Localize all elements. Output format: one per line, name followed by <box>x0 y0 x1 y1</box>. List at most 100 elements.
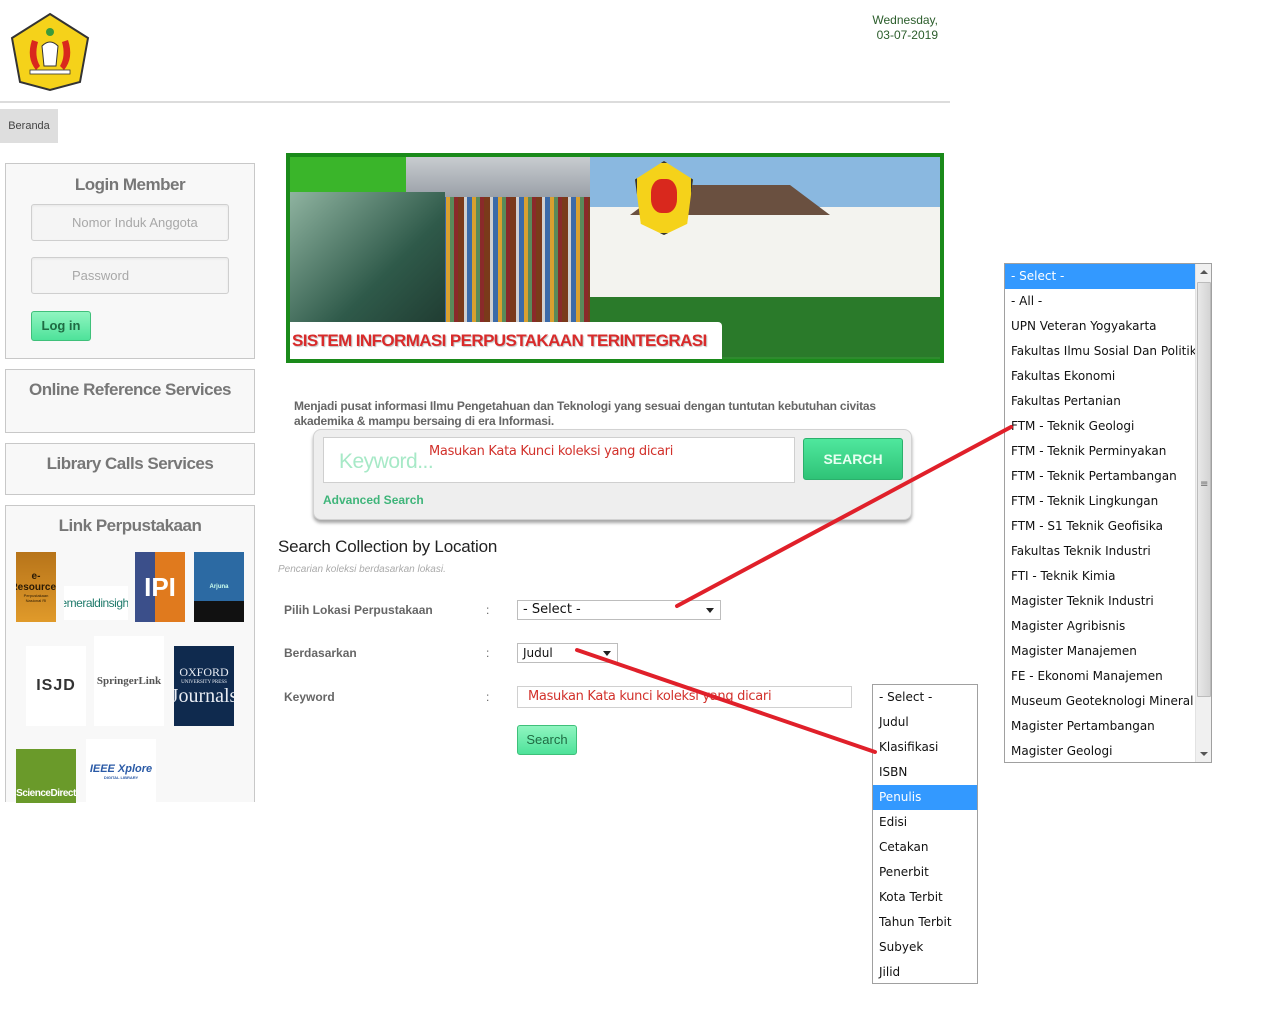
scroll-down-arrow-icon[interactable] <box>1196 746 1211 762</box>
e-resources-label: e-Resources <box>16 571 56 593</box>
advanced-search-link[interactable]: Advanced Search <box>323 493 424 507</box>
keyword-input[interactable]: Masukan Kata kunci koleksi yang dicari <box>517 686 852 708</box>
login-member-panel: Login Member Nomor Induk Anggota Passwor… <box>5 163 255 359</box>
location-option[interactable]: Fakultas Teknik Industri <box>1005 539 1197 564</box>
current-date: Wednesday, 03-07-2019 <box>840 13 938 43</box>
ipi-label: IPI <box>144 571 176 602</box>
search-by-option[interactable]: Judul <box>873 710 977 735</box>
location-option[interactable]: Magister Manajemen <box>1005 639 1197 664</box>
oxford-label: OXFORD <box>179 664 229 679</box>
location-option[interactable]: Fakultas Ekonomi <box>1005 364 1197 389</box>
location-option[interactable]: - Select - <box>1005 264 1197 289</box>
link-springerlink[interactable]: SpringerLink <box>94 636 164 726</box>
quick-search-placeholder: Keyword... <box>339 450 434 473</box>
location-option[interactable]: - All - <box>1005 289 1197 314</box>
library-banner: SISTEM INFORMASI PERPUSTAKAAN TERINTEGRA… <box>286 153 944 363</box>
nav-beranda[interactable]: Beranda <box>0 109 58 143</box>
location-option[interactable]: FE - Ekonomi Manajemen <box>1005 664 1197 689</box>
location-select[interactable]: - Select - <box>517 600 721 620</box>
search-by-option[interactable]: ISBN <box>873 760 977 785</box>
location-option[interactable]: FTM - S1 Teknik Geofisika <box>1005 514 1197 539</box>
library-calls-title[interactable]: Library Calls Services <box>6 454 254 474</box>
link-oxford-journals[interactable]: OXFORD UNIVERSITY PRESS Journals <box>174 646 234 726</box>
library-links-title: Link Perpustakaan <box>58 516 202 535</box>
chevron-down-icon <box>706 608 714 613</box>
collection-search-button[interactable]: Search <box>517 725 577 755</box>
password-input[interactable]: Password <box>31 257 229 294</box>
search-by-option[interactable]: Klasifikasi <box>873 735 977 760</box>
location-option[interactable]: Magister Agribisnis <box>1005 614 1197 639</box>
isjd-label: ISJD <box>36 677 76 694</box>
search-by-option[interactable]: Penerbit <box>873 860 977 885</box>
e-resources-sub: Perpustakaan Nasional RI <box>23 593 49 603</box>
collection-search-title: Search Collection by Location <box>278 537 498 556</box>
search-by-dropdown-list[interactable]: - Select - Judul Klasifikasi ISBN Penulis Edi… <box>872 684 978 984</box>
date-day: Wednesday, <box>872 13 938 27</box>
scroll-up-arrow-icon[interactable] <box>1196 264 1211 280</box>
search-by-colon: : <box>486 646 490 660</box>
location-option[interactable]: FTI - Teknik Kimia <box>1005 564 1197 589</box>
location-option[interactable]: Magister Geologi <box>1005 739 1197 762</box>
university-logo <box>10 12 90 92</box>
link-arjuna[interactable]: Arjuna <box>194 552 244 622</box>
keyword-colon: : <box>486 690 490 704</box>
location-option[interactable]: Fakultas Pertanian <box>1005 389 1197 414</box>
banner-title: SISTEM INFORMASI PERPUSTAKAAN TERINTEGRA… <box>292 331 707 350</box>
location-dropdown-scrollbar[interactable] <box>1195 264 1211 762</box>
search-by-option[interactable]: Subyek <box>873 935 977 960</box>
location-option[interactable]: Magister Pertambangan <box>1005 714 1197 739</box>
location-option[interactable]: Fakultas Ilmu Sosial Dan Politik <box>1005 339 1197 364</box>
quick-search-input[interactable]: Keyword... Masukan Kata Kunci koleksi ya… <box>323 437 795 483</box>
link-sciencedirect[interactable]: ScienceDirect <box>16 749 76 803</box>
location-option[interactable]: Magister Teknik Industri <box>1005 589 1197 614</box>
quick-search-box: Keyword... Masukan Kata Kunci koleksi ya… <box>313 429 912 520</box>
sciencedirect-label: ScienceDirect <box>16 788 76 799</box>
online-reference-title[interactable]: Online Reference Services <box>6 380 254 400</box>
search-by-option[interactable]: Penulis <box>873 785 977 810</box>
library-calls-panel[interactable]: Library Calls Services <box>5 443 255 495</box>
banner-keyboard-image <box>290 192 445 332</box>
keyword-label: Keyword <box>284 690 335 704</box>
location-option[interactable]: Museum Geoteknologi Mineral <box>1005 689 1197 714</box>
springerlink-label: SpringerLink <box>96 675 162 687</box>
link-isjd[interactable]: ISJD <box>26 646 86 726</box>
location-option[interactable]: UPN Veteran Yogyakarta <box>1005 314 1197 339</box>
chevron-down-icon <box>603 651 611 656</box>
date-value: 03-07-2019 <box>876 28 938 42</box>
scroll-thumb[interactable] <box>1197 282 1211 697</box>
location-label: Pilih Lokasi Perpustakaan <box>284 603 433 617</box>
search-by-option[interactable]: Edisi <box>873 810 977 835</box>
location-option[interactable]: FTM - Teknik Lingkungan <box>1005 489 1197 514</box>
search-by-select-value: Judul <box>523 646 553 660</box>
emerald-label: emeraldinsight <box>64 596 128 610</box>
location-option[interactable]: FTM - Teknik Geologi <box>1005 414 1197 439</box>
location-option[interactable]: FTM - Teknik Perminyakan <box>1005 439 1197 464</box>
login-button[interactable]: Log in <box>31 311 91 341</box>
location-dropdown-list[interactable]: - Select -- All - UPN Veteran Yogyakarta F… <box>1004 263 1212 763</box>
library-links-panel: Link Perpustakaan e-Resources Perpustaka… <box>5 505 255 803</box>
location-option[interactable]: FTM - Teknik Pertambangan <box>1005 464 1197 489</box>
mission-statement: Menjadi pusat informasi Ilmu Pengetahuan… <box>294 399 876 428</box>
search-by-select[interactable]: Judul <box>517 643 618 663</box>
quick-search-annotation: Masukan Kata Kunci koleksi yang dicari <box>429 444 674 459</box>
search-by-option[interactable]: - Select - <box>873 685 977 710</box>
link-ipi[interactable]: IPI <box>135 552 185 622</box>
location-select-value: - Select - <box>523 602 581 617</box>
quick-search-button[interactable]: SEARCH <box>803 438 903 480</box>
location-colon: : <box>486 603 490 617</box>
member-id-input[interactable]: Nomor Induk Anggota <box>31 204 229 241</box>
online-reference-panel[interactable]: Online Reference Services <box>5 369 255 433</box>
login-panel-title: Login Member <box>74 175 186 194</box>
link-e-resources[interactable]: e-Resources Perpustakaan Nasional RI <box>16 552 56 622</box>
link-ieee-xplore[interactable]: IEEE Xplore DIGITAL LIBRARY <box>86 739 156 803</box>
search-by-option[interactable]: Kota Terbit <box>873 885 977 910</box>
ieee-label: IEEE Xplore <box>89 762 153 775</box>
search-by-option[interactable]: Jilid <box>873 960 977 985</box>
search-by-option[interactable]: Tahun Terbit <box>873 910 977 935</box>
search-by-option[interactable]: Cetakan <box>873 835 977 860</box>
oxford-journals-label: Journals <box>174 684 234 707</box>
link-emerald-insight[interactable]: emeraldinsight <box>64 586 128 620</box>
crest-icon <box>10 12 90 92</box>
search-by-label: Berdasarkan <box>284 646 357 660</box>
ieee-sub: DIGITAL LIBRARY <box>103 774 139 780</box>
